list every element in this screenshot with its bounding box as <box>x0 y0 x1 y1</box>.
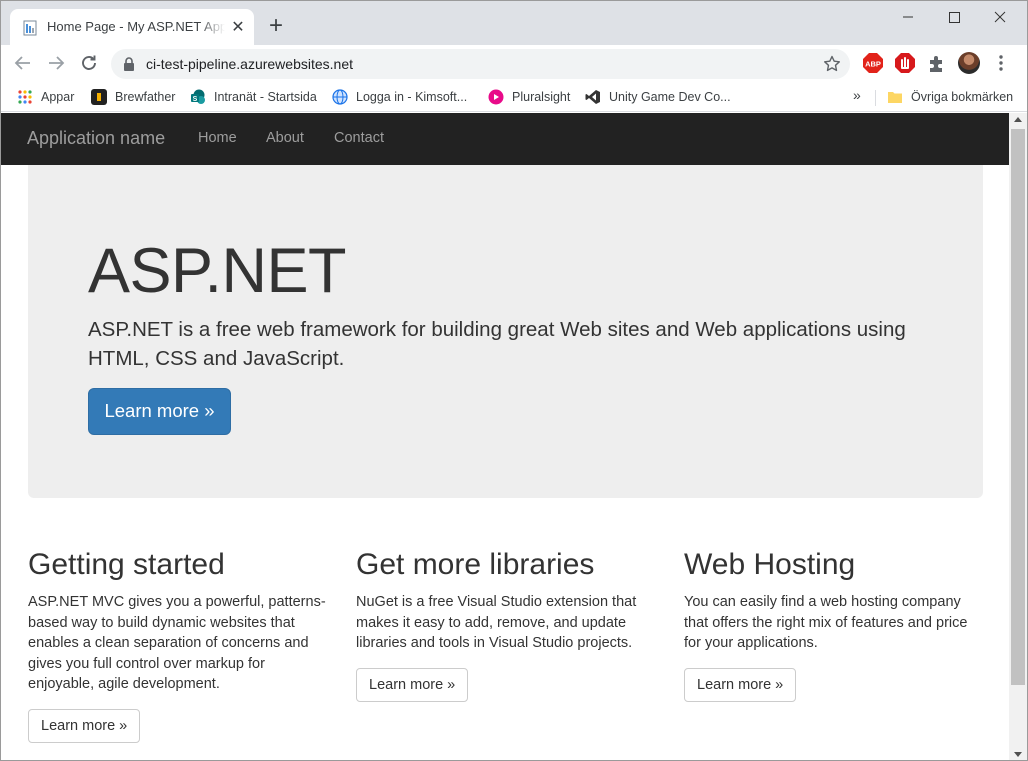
bookmark-appar[interactable]: Appar <box>17 87 74 107</box>
feature-text: ASP.NET MVC gives you a powerful, patter… <box>28 594 326 692</box>
apps-grid-icon <box>18 90 32 104</box>
feature-heading: Getting started <box>28 548 225 581</box>
tab-title: Home Page - My ASP.NET Application <box>47 19 225 34</box>
bookmark-label: Logga in - Kimsoft... <box>356 90 468 104</box>
url-text: ci-test-pipeline.azurewebsites.net <box>146 56 353 72</box>
hero-lead-text: ASP.NET is a free web framework for buil… <box>88 318 906 370</box>
kebab-menu-icon[interactable] <box>990 52 1012 74</box>
adblock-plus-icon[interactable]: ABP <box>862 52 884 74</box>
globe-icon <box>332 89 348 105</box>
profile-avatar[interactable] <box>958 52 980 74</box>
new-tab-button[interactable]: + <box>263 13 289 39</box>
feature-text: NuGet is a free Visual Studio extension … <box>356 594 637 651</box>
address-bar[interactable]: ci-test-pipeline.azurewebsites.net <box>111 49 850 79</box>
minimize-window-icon[interactable] <box>885 5 931 29</box>
browser-toolbar: ci-test-pipeline.azurewebsites.net ABP <box>1 45 1027 82</box>
folder-icon <box>888 92 902 103</box>
feature-column: Get more libraries NuGet is a free Visua… <box>356 546 656 702</box>
nav-link-contact[interactable]: Contact <box>334 130 384 146</box>
pluralsight-icon <box>488 89 504 105</box>
scroll-down-arrow-icon[interactable] <box>1014 752 1022 757</box>
bookmark-label: Övriga bokmärken <box>911 90 1014 104</box>
page-favicon-icon <box>23 20 37 36</box>
bookmark-label: Appar <box>41 90 75 104</box>
hero-jumbotron: ASP.NET ASP.NET is a free web framework … <box>28 165 983 498</box>
back-arrow-icon[interactable] <box>11 51 35 75</box>
bookmark-label: Brewfather <box>115 90 176 104</box>
feature-heading: Web Hosting <box>684 548 856 581</box>
bookmark-label: Pluralsight <box>512 90 571 104</box>
bookmark-label: Intranät - Startsida <box>214 90 317 104</box>
page-viewport: Application name Home About Contact ASP.… <box>1 113 1009 760</box>
bookmark-pluralsight[interactable]: Pluralsight <box>488 87 570 107</box>
bookmark-unity[interactable]: Unity Game Dev Co... <box>585 87 731 107</box>
libraries-learn-more-button[interactable]: Learn more » <box>356 667 469 702</box>
feature-text: You can easily find a web hosting compan… <box>684 594 968 651</box>
tab-strip: Home Page - My ASP.NET Application ✕ + <box>1 1 1027 45</box>
bookmark-label: Unity Game Dev Co... <box>609 90 731 104</box>
browser-window: Home Page - My ASP.NET Application ✕ + <box>0 0 1028 761</box>
scroll-up-arrow-icon[interactable] <box>1014 117 1022 122</box>
tab-close-icon[interactable]: ✕ <box>229 19 247 37</box>
brand-link[interactable]: Application name <box>27 128 165 149</box>
site-navbar: Application name Home About Contact <box>1 113 1009 165</box>
vertical-scrollbar[interactable] <box>1009 113 1027 760</box>
browser-tab[interactable]: Home Page - My ASP.NET Application ✕ <box>10 9 254 45</box>
more-bookmarks-chevron-icon[interactable]: » <box>853 87 861 103</box>
bookmarks-divider <box>875 90 876 106</box>
sharepoint-icon: S <box>191 89 205 104</box>
visual-studio-icon <box>585 90 600 104</box>
hero-learn-more-button[interactable]: Learn more » <box>88 388 231 435</box>
forward-arrow-icon[interactable] <box>44 51 68 75</box>
getting-started-learn-more-button[interactable]: Learn more » <box>28 708 141 743</box>
nav-link-about[interactable]: About <box>266 130 304 146</box>
maximize-window-icon[interactable] <box>931 5 977 29</box>
svg-text:S: S <box>193 96 198 103</box>
svg-text:ABP: ABP <box>865 60 881 69</box>
brewfather-icon <box>91 89 107 105</box>
bookmark-intranat[interactable]: S Intranät - Startsida <box>190 87 317 107</box>
hosting-learn-more-button[interactable]: Learn more » <box>684 667 797 702</box>
puzzle-piece-icon[interactable] <box>926 52 948 74</box>
reload-icon[interactable] <box>77 51 101 75</box>
bookmarks-bar: Appar Brewfather S Intranät - Startsida <box>1 82 1027 112</box>
bookmark-brewfather[interactable]: Brewfather <box>91 87 175 107</box>
bookmark-star-icon[interactable] <box>822 54 842 74</box>
lock-icon <box>124 57 134 71</box>
feature-column: Web Hosting You can easily find a web ho… <box>684 546 984 702</box>
close-window-icon[interactable] <box>977 5 1023 29</box>
nav-link-home[interactable]: Home <box>198 130 237 146</box>
feature-column: Getting started ASP.NET MVC gives you a … <box>28 546 328 743</box>
feature-heading: Get more libraries <box>356 548 595 581</box>
hero-title: ASP.NET <box>88 236 346 306</box>
bookmark-logga-in[interactable]: Logga in - Kimsoft... <box>332 87 467 107</box>
red-hand-stop-icon[interactable] <box>894 52 916 74</box>
bookmark-folder-other[interactable]: Övriga bokmärken <box>887 87 1013 107</box>
scrollbar-thumb[interactable] <box>1011 129 1025 685</box>
